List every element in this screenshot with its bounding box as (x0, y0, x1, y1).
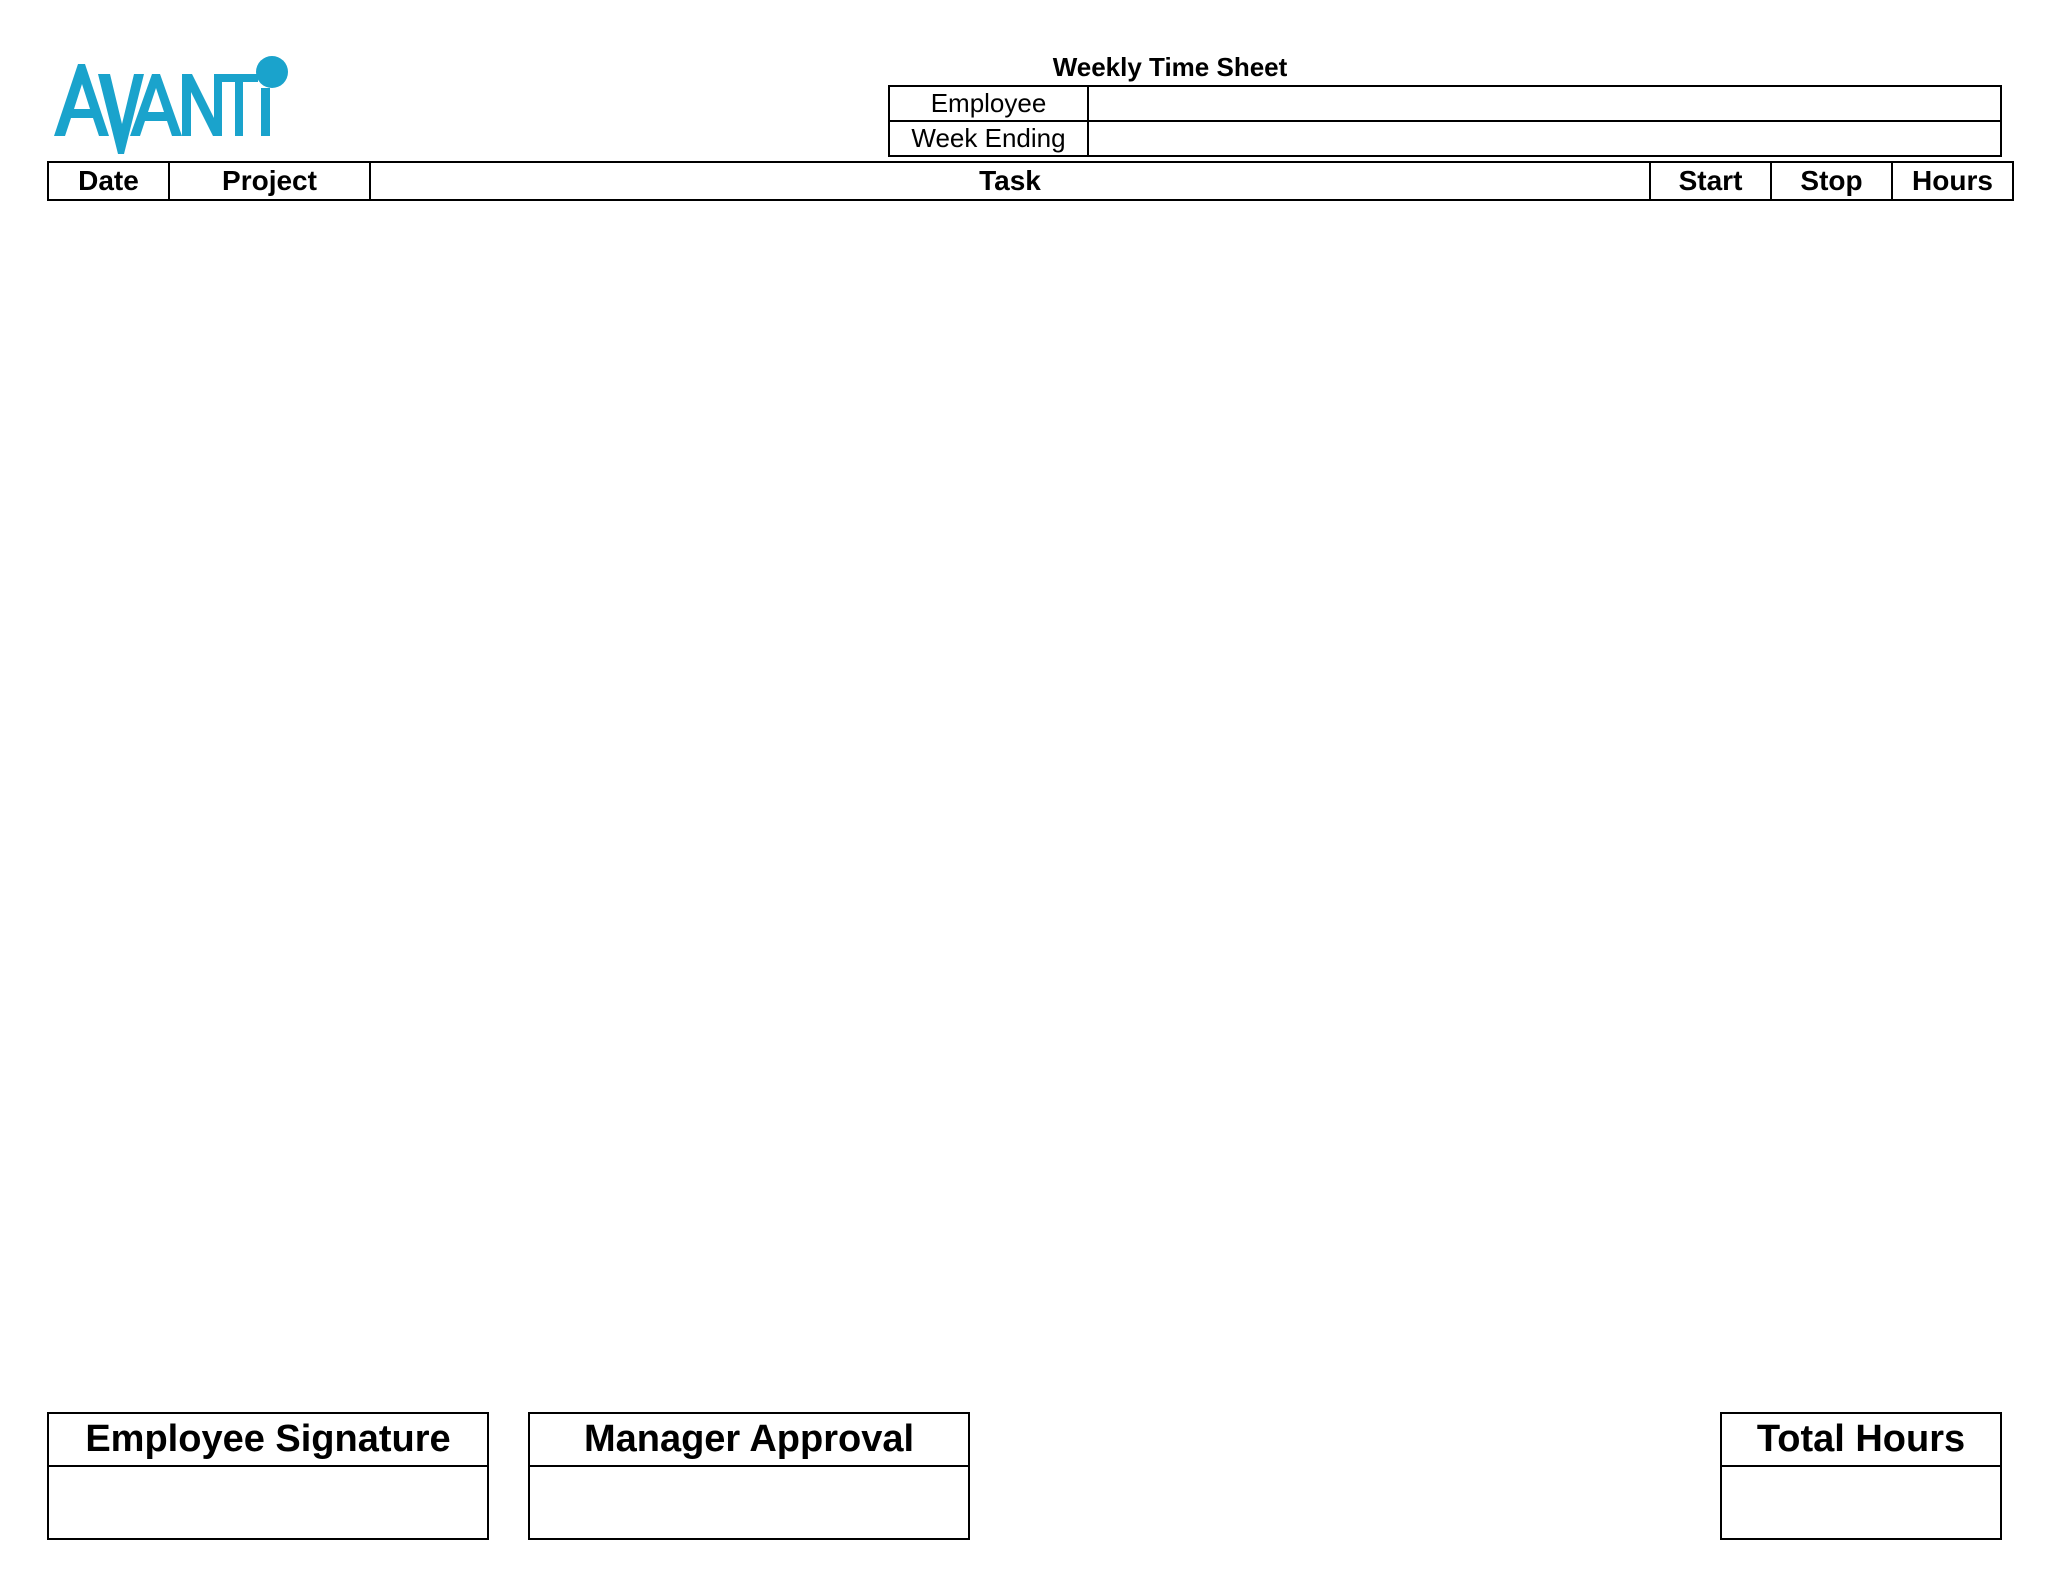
column-start: Start (1649, 161, 1772, 201)
page-title: Weekly Time Sheet (1052, 52, 1288, 82)
manager-approval-label: Manager Approval (530, 1414, 968, 1467)
column-date: Date (47, 161, 170, 201)
column-project: Project (168, 161, 371, 201)
total-hours-label: Total Hours (1722, 1414, 2000, 1467)
employee-info-table: Employee Week Ending (888, 85, 2002, 157)
employee-label: Employee (888, 85, 1089, 122)
employee-field[interactable] (1087, 85, 2002, 122)
manager-approval-box: Manager Approval (528, 1412, 970, 1540)
week-ending-row: Week Ending (888, 120, 2002, 157)
avanti-logo (52, 54, 288, 160)
week-ending-field[interactable] (1087, 120, 2002, 157)
employee-signature-label: Employee Signature (49, 1414, 487, 1467)
total-hours-box: Total Hours (1720, 1412, 2002, 1540)
column-task: Task (369, 161, 1651, 201)
manager-approval-field[interactable] (530, 1467, 968, 1539)
column-hours: Hours (1891, 161, 2014, 201)
timesheet-column-header: Date Project Task Start Stop Hours (47, 161, 2014, 201)
employee-signature-field[interactable] (49, 1467, 487, 1539)
employee-row: Employee (888, 85, 2002, 122)
total-hours-field[interactable] (1722, 1467, 2000, 1539)
column-stop: Stop (1770, 161, 1893, 201)
employee-signature-box: Employee Signature (47, 1412, 489, 1540)
week-ending-label: Week Ending (888, 120, 1089, 157)
